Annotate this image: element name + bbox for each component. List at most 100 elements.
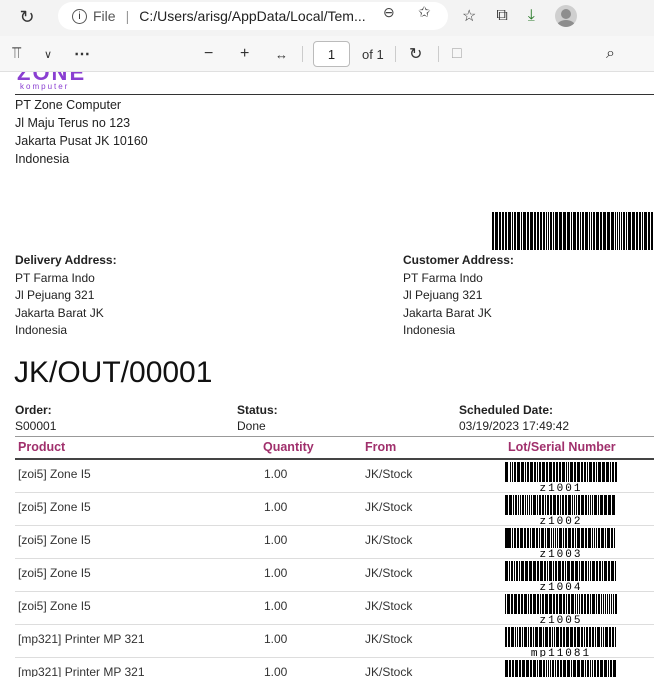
barcode-bar xyxy=(577,528,580,548)
barcode-bar xyxy=(540,594,541,614)
barcode-bar xyxy=(568,594,570,614)
barcode-bar xyxy=(577,462,580,482)
barcode-bar xyxy=(512,528,513,548)
scheduled-info: Scheduled Date: 03/19/2023 17:49:42 xyxy=(459,402,569,434)
barcode-bar xyxy=(492,212,494,250)
barcode-bar xyxy=(615,462,617,482)
barcode-bar xyxy=(514,462,516,482)
barcode-bar xyxy=(510,462,511,482)
barcode-bar xyxy=(514,528,516,548)
barcode-bar xyxy=(581,561,584,581)
from-cell: JK/Stock xyxy=(365,500,413,514)
header-lot: Lot/Serial Number xyxy=(508,440,616,454)
barcode-bar xyxy=(509,660,511,677)
document-reference: JK/OUT/00001 xyxy=(14,356,213,389)
barcode-bar xyxy=(552,627,553,647)
profile-avatar[interactable] xyxy=(554,5,577,27)
barcode-bar xyxy=(550,660,551,677)
customer-address-label: Customer Address: xyxy=(403,253,514,267)
highlight-icon[interactable]: ⫪ xyxy=(12,36,21,72)
barcode-bar xyxy=(524,594,527,614)
barcode-bar xyxy=(568,495,571,515)
barcode-bar xyxy=(567,660,570,677)
barcode-bar xyxy=(562,495,564,515)
barcode-bar xyxy=(590,594,591,614)
two-page-view-icon[interactable]: □ xyxy=(452,36,462,72)
barcode-bar xyxy=(617,212,618,250)
barcode-bar xyxy=(612,627,614,647)
barcode-bar xyxy=(545,495,546,515)
zoom-icon[interactable]: ⊖ xyxy=(383,4,395,21)
barcode-bar xyxy=(567,561,570,581)
url-text[interactable]: C:/Users/arisg/AppData/Local/Tem... xyxy=(139,8,365,24)
barcode-bar xyxy=(602,462,605,482)
product-cell: [mp321] Printer MP 321 xyxy=(18,665,145,677)
barcode-bar xyxy=(592,561,595,581)
barcode-bar xyxy=(581,627,583,647)
address-separator: | xyxy=(125,8,130,24)
barcode-bar xyxy=(585,212,588,250)
product-cell: [zoi5] Zone I5 xyxy=(18,599,91,613)
table-row: [zoi5] Zone I5 1.00 JK/Stock z1002 xyxy=(15,493,654,526)
company-address: PT Zone Computer Jl Maju Terus no 123 Ja… xyxy=(15,96,148,168)
refresh-icon[interactable]: ↻ xyxy=(12,2,42,32)
search-icon[interactable]: ⌕ xyxy=(606,36,615,72)
favorites-icon[interactable]: ☆ xyxy=(462,6,476,26)
from-cell: JK/Stock xyxy=(365,533,413,547)
barcode-bar xyxy=(524,627,527,647)
rotate-icon[interactable]: ↻ xyxy=(409,36,422,72)
from-cell: JK/Stock xyxy=(365,566,413,580)
barcode-bar xyxy=(532,528,535,548)
barcode-bar xyxy=(533,660,536,677)
barcode-bar xyxy=(543,627,544,647)
zoom-out-icon[interactable]: − xyxy=(204,36,213,72)
info-icon[interactable]: i xyxy=(72,8,87,24)
lot-number-text: z1005 xyxy=(539,615,582,624)
barcode-bar xyxy=(540,212,542,250)
barcode-bar xyxy=(604,495,607,515)
barcode-bar xyxy=(505,594,506,614)
barcode-bar xyxy=(508,627,510,647)
barcode-bar xyxy=(553,561,554,581)
barcode-bar xyxy=(611,528,613,548)
zoom-in-icon[interactable]: + xyxy=(240,36,249,72)
barcode-bar xyxy=(537,594,539,614)
barcode-bar xyxy=(508,212,511,250)
barcode-bar xyxy=(571,561,574,581)
barcode-bar xyxy=(603,212,606,250)
barcode-bar xyxy=(509,561,510,581)
barcode-bar xyxy=(594,660,596,677)
barcode-bar xyxy=(528,627,529,647)
barcode-bar xyxy=(603,594,604,614)
fit-width-icon[interactable]: ↔ xyxy=(275,36,288,72)
barcode-bar xyxy=(553,462,555,482)
barcode-bar xyxy=(527,212,529,250)
barcode-bar xyxy=(539,462,541,482)
barcode-bar xyxy=(518,594,520,614)
barcode-bar xyxy=(521,594,523,614)
barcode-bar xyxy=(534,462,536,482)
page-number-input[interactable]: 1 xyxy=(313,41,350,67)
lot-barcode: mp11081 xyxy=(505,627,616,657)
collections-icon[interactable]: ⧉ xyxy=(496,7,507,25)
barcode-bar xyxy=(571,660,572,677)
chevron-down-icon[interactable]: ∨ xyxy=(44,36,52,72)
add-favorite-icon[interactable]: ✩ xyxy=(418,3,431,21)
barcode-bar xyxy=(521,462,524,482)
barcode-bar xyxy=(566,627,569,647)
table-row: [zoi5] Zone I5 1.00 JK/Stock z1005 xyxy=(15,592,654,625)
barcode-bar xyxy=(601,627,602,647)
barcode-bar xyxy=(582,212,584,250)
company-logo-subtext: komputer xyxy=(20,82,70,91)
more-options-icon[interactable]: ⋯ xyxy=(74,36,90,72)
barcode-bar xyxy=(528,594,529,614)
download-icon[interactable]: ⤓ xyxy=(528,7,535,25)
from-cell: JK/Stock xyxy=(365,665,413,677)
barcode-bar xyxy=(566,462,567,482)
barcode-bar xyxy=(574,495,575,515)
barcode-bar xyxy=(592,528,593,548)
barcode-bar xyxy=(530,462,533,482)
barcode-bar xyxy=(511,561,513,581)
barcode-bar xyxy=(558,561,561,581)
barcode-bar xyxy=(594,528,595,548)
